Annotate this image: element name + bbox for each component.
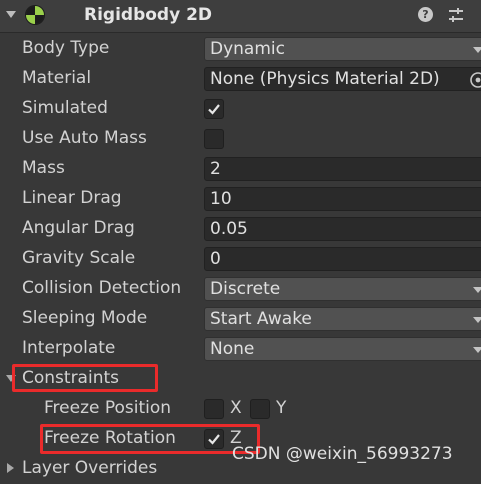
angular-drag-label: Angular Drag	[22, 218, 135, 238]
simulated-row: Simulated	[0, 94, 481, 124]
checkmark-icon	[208, 434, 220, 445]
interpolate-label: Interpolate	[22, 338, 116, 358]
body-type-label: Body Type	[22, 38, 110, 58]
chevron-down-icon	[473, 317, 481, 323]
angular-drag-input[interactable]: 0.05	[204, 217, 481, 241]
body-type-dropdown[interactable]: Dynamic	[204, 37, 481, 61]
body-type-row: Body Type Dynamic	[0, 34, 481, 64]
help-icon[interactable]: ?	[418, 7, 433, 22]
body-type-value: Dynamic	[210, 39, 285, 59]
freeze-position-label: Freeze Position	[44, 398, 172, 418]
constraints-foldout[interactable]: Constraints	[0, 364, 481, 394]
freeze-position-x-checkbox[interactable]	[204, 399, 224, 419]
sleeping-mode-value: Start Awake	[210, 309, 312, 329]
collision-detection-row: Collision Detection Discrete	[0, 274, 481, 304]
mass-value: 2	[210, 159, 221, 179]
interpolate-row: Interpolate None	[0, 334, 481, 364]
material-value: None (Physics Material 2D)	[210, 69, 440, 89]
linear-drag-value: 10	[210, 189, 232, 209]
interpolate-dropdown[interactable]: None	[204, 337, 481, 361]
freeze-rotation-label: Freeze Rotation	[44, 428, 176, 448]
foldout-arrow-icon[interactable]	[6, 11, 16, 18]
freeze-rotation-z-checkbox[interactable]	[204, 429, 224, 449]
material-label: Material	[22, 68, 92, 88]
mass-row: Mass 2	[0, 154, 481, 184]
foldout-arrow-icon[interactable]	[6, 375, 16, 382]
material-object-field[interactable]: None (Physics Material 2D)	[204, 67, 481, 91]
mass-label: Mass	[22, 158, 65, 178]
material-row: Material None (Physics Material 2D)	[0, 64, 481, 94]
rigidbody-2d-icon	[26, 6, 44, 24]
angular-drag-value: 0.05	[210, 219, 248, 239]
checkmark-icon	[208, 104, 220, 115]
constraints-label: Constraints	[22, 368, 119, 388]
chevron-down-icon	[473, 347, 481, 353]
gravity-scale-row: Gravity Scale 0	[0, 244, 481, 274]
freeze-position-x-label: X	[230, 398, 242, 418]
angular-drag-row: Angular Drag 0.05	[0, 214, 481, 244]
linear-drag-row: Linear Drag 10	[0, 184, 481, 214]
linear-drag-label: Linear Drag	[22, 188, 122, 208]
settings-icon[interactable]	[446, 5, 466, 25]
layer-overrides-label: Layer Overrides	[22, 458, 158, 478]
component-header[interactable]: Rigidbody 2D ?	[0, 0, 481, 33]
collision-detection-value: Discrete	[210, 279, 281, 299]
use-auto-mass-row: Use Auto Mass	[0, 124, 481, 154]
object-picker-icon[interactable]	[469, 71, 481, 89]
sleeping-mode-row: Sleeping Mode Start Awake	[0, 304, 481, 334]
chevron-down-icon	[473, 47, 481, 53]
collision-detection-label: Collision Detection	[22, 278, 182, 298]
freeze-position-y-label: Y	[276, 398, 287, 418]
sleeping-mode-label: Sleeping Mode	[22, 308, 148, 328]
sleeping-mode-dropdown[interactable]: Start Awake	[204, 307, 481, 331]
foldout-arrow-icon[interactable]	[7, 463, 14, 473]
simulated-label: Simulated	[22, 98, 108, 118]
gravity-scale-label: Gravity Scale	[22, 248, 136, 268]
mass-input[interactable]: 2	[204, 157, 481, 181]
component-title: Rigidbody 2D	[84, 5, 213, 25]
freeze-position-y-checkbox[interactable]	[250, 399, 270, 419]
use-auto-mass-checkbox[interactable]	[204, 129, 224, 149]
interpolate-value: None	[210, 339, 255, 359]
watermark: CSDN @weixin_56993273	[232, 444, 453, 464]
use-auto-mass-label: Use Auto Mass	[22, 128, 147, 148]
simulated-checkbox[interactable]	[204, 99, 224, 119]
gravity-scale-input[interactable]: 0	[204, 247, 481, 271]
gravity-scale-value: 0	[210, 249, 221, 269]
chevron-down-icon	[473, 287, 481, 293]
collision-detection-dropdown[interactable]: Discrete	[204, 277, 481, 301]
linear-drag-input[interactable]: 10	[204, 187, 481, 211]
freeze-position-row: Freeze Position X Y	[0, 394, 481, 424]
